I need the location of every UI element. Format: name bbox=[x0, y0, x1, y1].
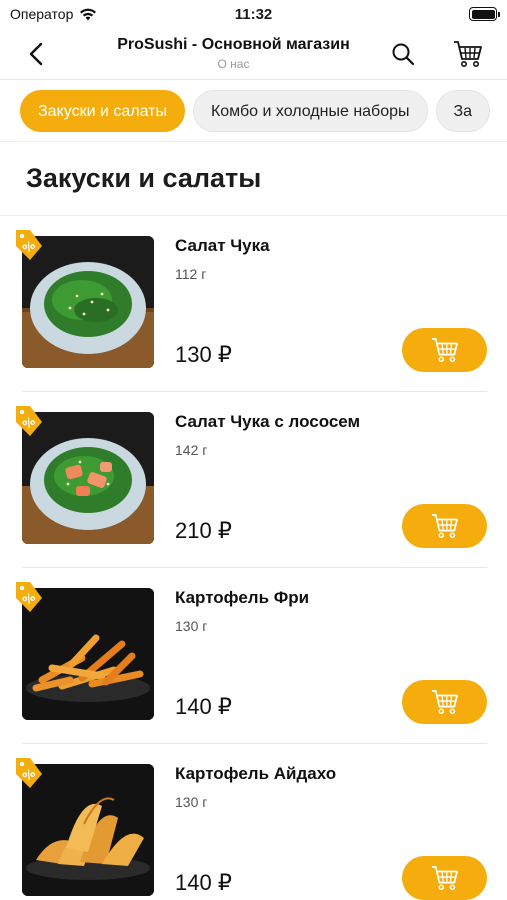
product-card[interactable]: % Салат Чука 112 г 130 ₽ bbox=[0, 216, 507, 392]
product-price: 130 ₽ bbox=[175, 342, 232, 367]
product-weight: 130 г bbox=[175, 794, 208, 810]
discount-tag-icon: % bbox=[16, 406, 42, 436]
cart-icon bbox=[431, 866, 458, 891]
store-title: ProSushi - Основной магазин bbox=[117, 36, 350, 53]
discount-tag-icon: % bbox=[16, 230, 42, 260]
discount-tag-icon: % bbox=[16, 758, 42, 788]
back-button[interactable] bbox=[20, 38, 52, 70]
add-to-cart-button[interactable] bbox=[402, 680, 487, 724]
add-to-cart-button[interactable] bbox=[402, 504, 487, 548]
product-name: Салат Чука с лососем bbox=[175, 412, 361, 431]
section-title: Закуски и салаты bbox=[26, 163, 262, 193]
product-name: Картофель Фри bbox=[175, 588, 310, 607]
tab-zakuski[interactable]: Закуски и салаты bbox=[20, 90, 185, 132]
cart-icon bbox=[431, 338, 458, 363]
tab-kombo[interactable]: Комбо и холодные наборы bbox=[192, 90, 428, 132]
product-card[interactable]: % Картофель Айдахо 130 г 140 ₽ bbox=[0, 744, 507, 900]
clock: 11:32 bbox=[234, 6, 273, 23]
product-weight: 130 г bbox=[175, 618, 208, 634]
about-link[interactable]: О нас bbox=[90, 57, 377, 71]
status-bar: Оператор 11:32 bbox=[0, 0, 507, 28]
product-price: 210 ₽ bbox=[175, 518, 232, 543]
discount-tag-icon: % bbox=[16, 582, 42, 612]
category-tabs: Закуски и салаты Комбо и холодные наборы… bbox=[0, 80, 507, 142]
search-icon bbox=[392, 43, 415, 66]
nav-title: ProSushi - Основной магазин О нас bbox=[90, 36, 377, 71]
tab-partial[interactable]: За bbox=[435, 90, 491, 132]
cart-icon bbox=[431, 690, 458, 715]
add-to-cart-button[interactable] bbox=[402, 328, 487, 372]
chevron-left-icon bbox=[29, 42, 43, 66]
product-weight: 142 г bbox=[175, 442, 208, 458]
product-price: 140 ₽ bbox=[175, 870, 232, 895]
battery-icon bbox=[469, 7, 500, 21]
product-card[interactable]: % Салат Чука с лососем 142 г 210 ₽ bbox=[0, 392, 507, 568]
cart-icon bbox=[431, 514, 458, 539]
product-weight: 112 г bbox=[175, 266, 207, 282]
search-button[interactable] bbox=[387, 38, 419, 70]
product-name: Картофель Айдахо bbox=[175, 764, 337, 783]
product-card[interactable]: % Картофель Фри 130 г 140 ₽ bbox=[0, 568, 507, 744]
product-name: Салат Чука bbox=[175, 236, 270, 255]
cart-icon bbox=[454, 41, 482, 67]
add-to-cart-button[interactable] bbox=[402, 856, 487, 900]
nav-bar: ProSushi - Основной магазин О нас bbox=[0, 28, 507, 80]
product-price: 140 ₽ bbox=[175, 694, 232, 719]
cart-button[interactable] bbox=[451, 37, 485, 71]
